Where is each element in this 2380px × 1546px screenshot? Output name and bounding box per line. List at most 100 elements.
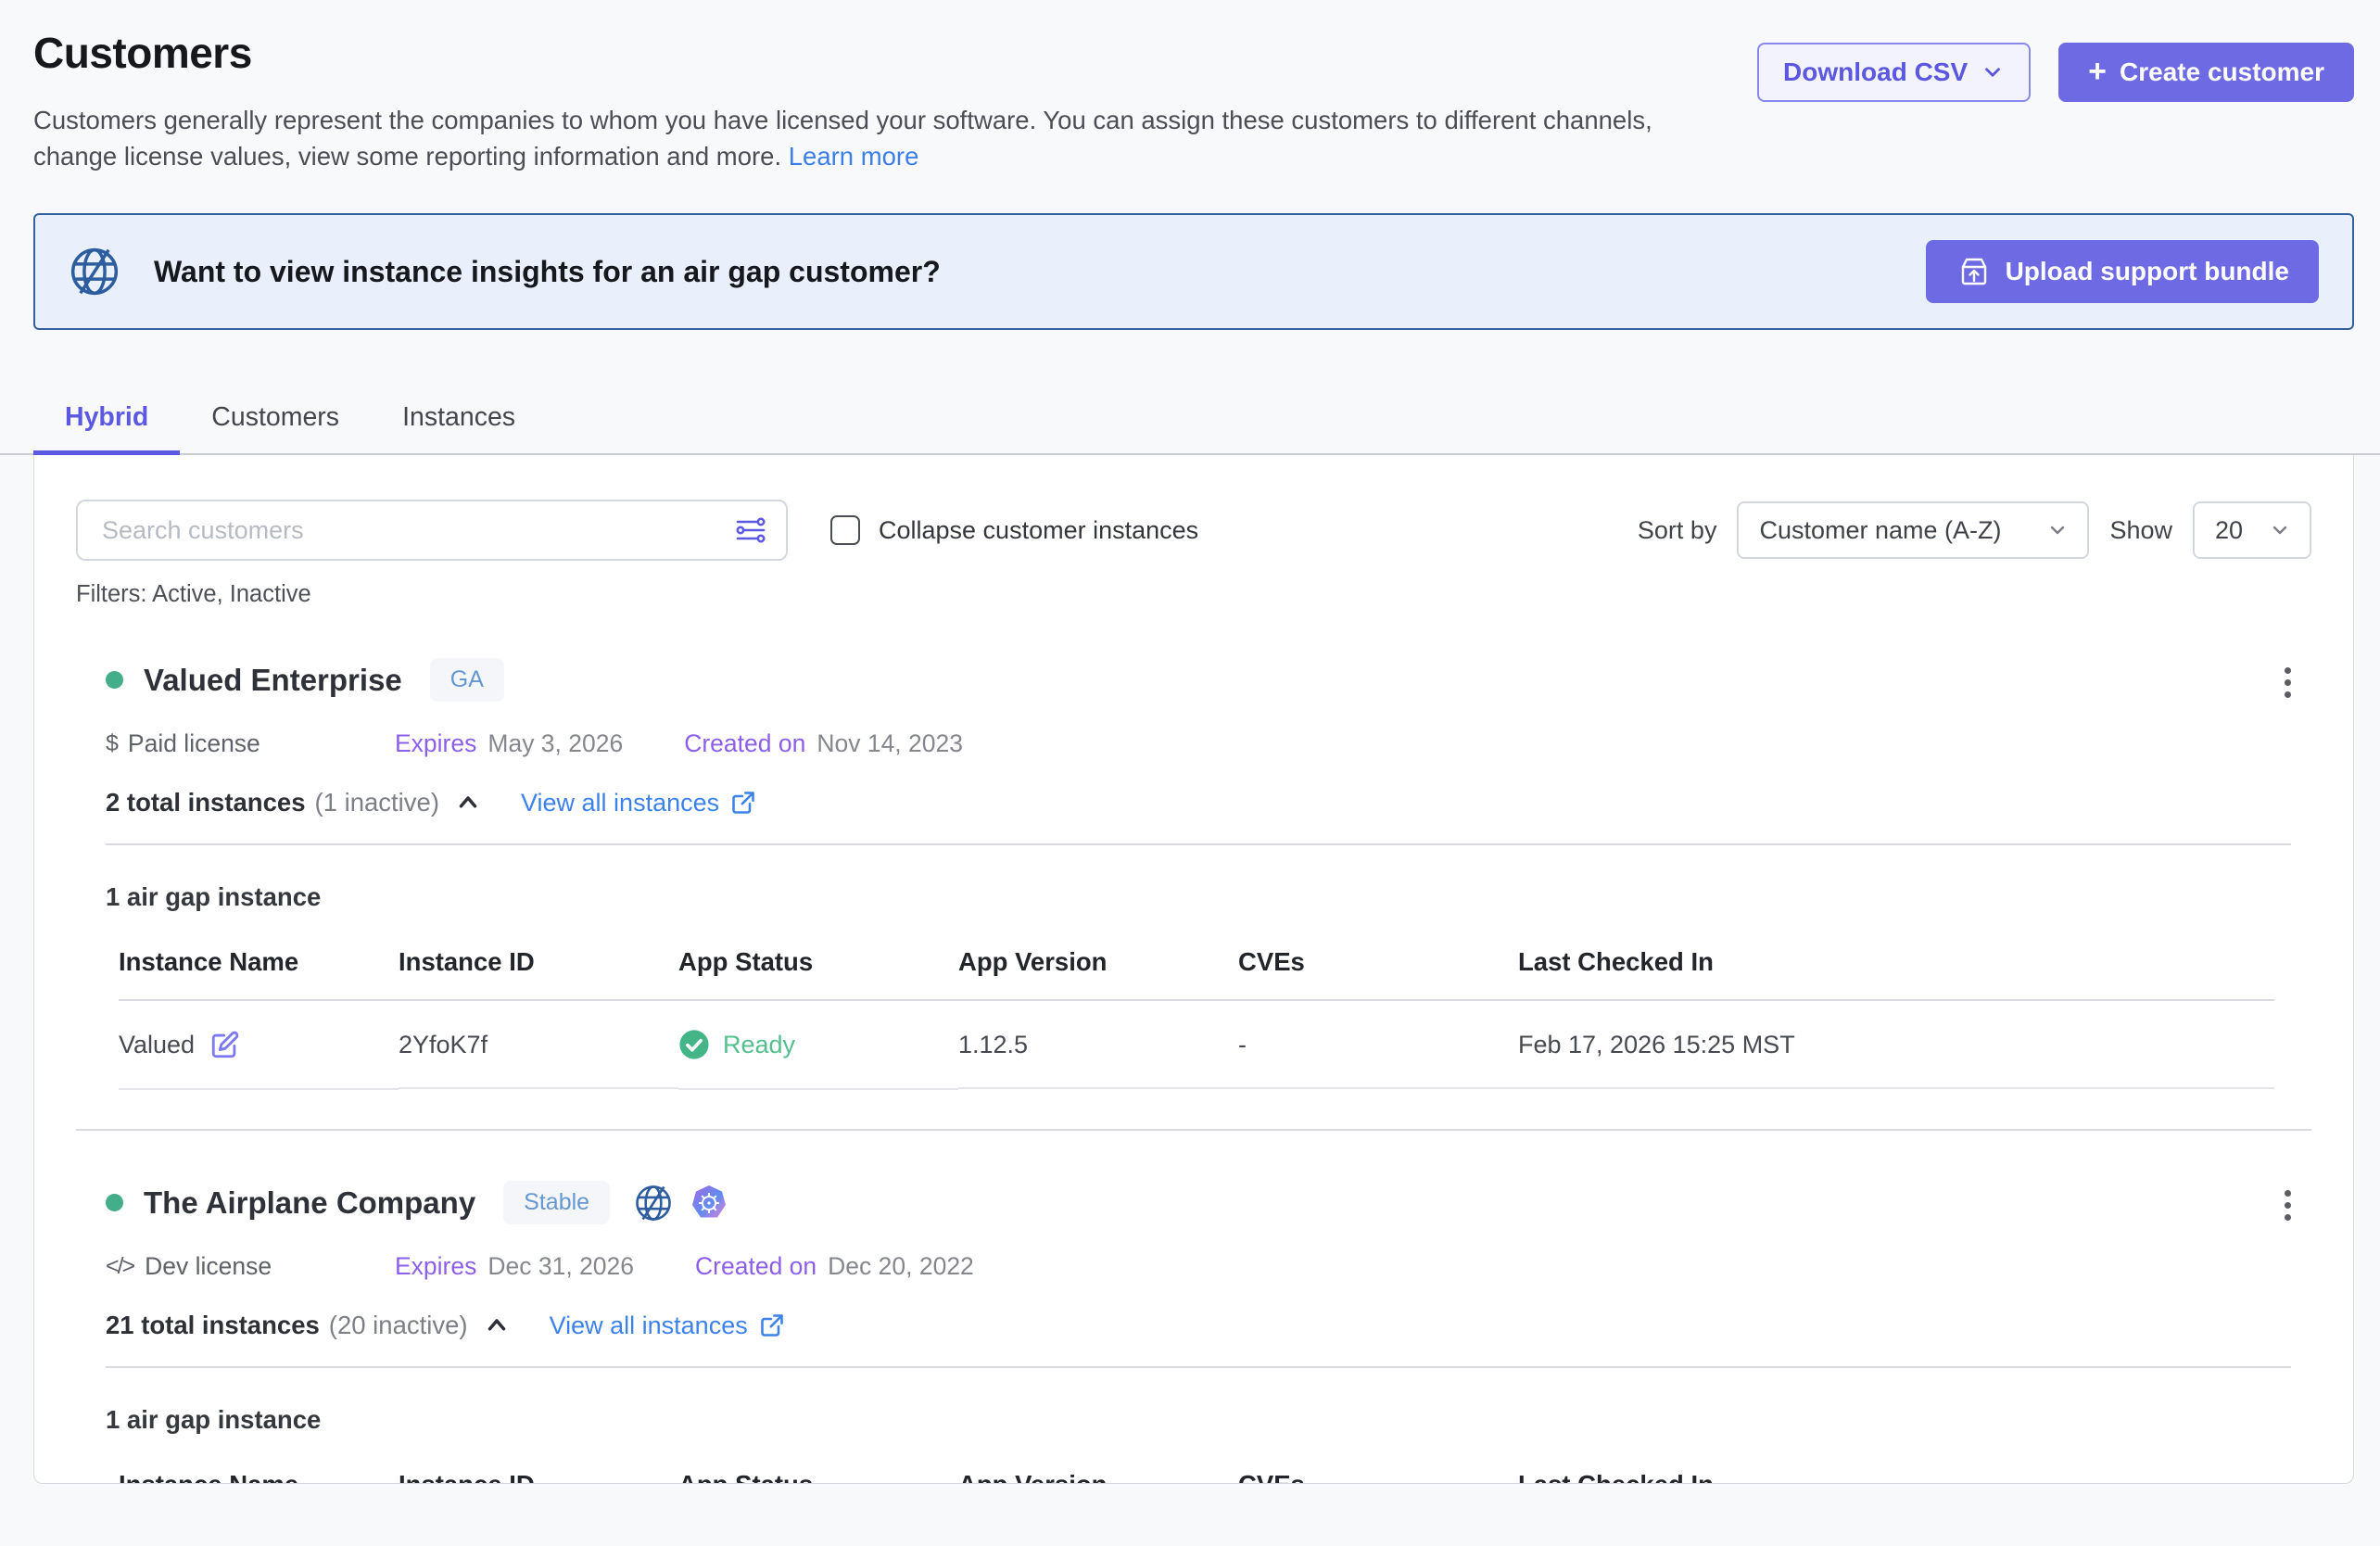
- created-pair: Created on Nov 14, 2023: [684, 729, 963, 758]
- instances-table-header: Instance Name Instance ID App Status App…: [119, 1470, 2274, 1484]
- customers-card: Collapse customer instances Sort by Cust…: [33, 455, 2354, 1484]
- upload-bundle-icon: [1956, 253, 1993, 290]
- expires-label: Expires: [395, 729, 476, 758]
- upload-support-bundle-button[interactable]: Upload support bundle: [1926, 240, 2319, 303]
- channel-badge: GA: [430, 658, 504, 702]
- sort-select[interactable]: Customer name (A-Z): [1737, 501, 2089, 559]
- instances-table: Instance Name Instance ID App Status App…: [119, 947, 2274, 1090]
- learn-more-link[interactable]: Learn more: [789, 142, 919, 171]
- collapse-instances-toggle[interactable]: Collapse customer instances: [830, 515, 1198, 545]
- license-type: </> Dev license: [106, 1252, 395, 1281]
- col-app-version: App Version: [958, 1470, 1238, 1484]
- show-select[interactable]: 20: [2193, 501, 2311, 559]
- col-instance-id: Instance ID: [399, 947, 678, 1001]
- last-checked-in-cell: Feb 17, 2026 15:25 MST: [1518, 1003, 2274, 1089]
- filter-sliders-icon[interactable]: [734, 513, 767, 547]
- tab-instances[interactable]: Instances: [371, 387, 547, 453]
- chevron-down-icon: [1981, 60, 2005, 84]
- view-all-instances-label: View all instances: [550, 1312, 748, 1340]
- col-last-checked-in: Last Checked In: [1518, 947, 2274, 1001]
- customer-type-icons: [634, 1184, 728, 1223]
- customer-card-valued-enterprise: Valued Enterprise GA $ Paid license Expi…: [76, 658, 2311, 1090]
- airgap-instances-heading: 1 air gap instance: [106, 1405, 2311, 1435]
- col-instance-id: Instance ID: [399, 1470, 678, 1484]
- paid-license-icon: $: [106, 730, 117, 757]
- col-last-checked-in: Last Checked In: [1518, 1470, 2274, 1484]
- create-customer-button[interactable]: + Create customer: [2058, 43, 2354, 102]
- expires-value: Dec 31, 2026: [487, 1252, 634, 1281]
- expires-value: May 3, 2026: [487, 729, 623, 758]
- ready-check-icon: [678, 1029, 710, 1060]
- expires-pair: Expires Dec 31, 2026: [395, 1252, 634, 1281]
- customer-section-divider: [76, 1129, 2311, 1131]
- table-row: Valued 2YfoK7f Ready: [119, 1001, 2274, 1090]
- view-all-instances-label: View all instances: [521, 789, 719, 817]
- active-filters-line: Filters: Active, Inactive: [76, 581, 2311, 608]
- view-all-instances-link[interactable]: View all instances: [550, 1312, 785, 1340]
- divider: [106, 1366, 2291, 1368]
- col-app-version: App Version: [958, 947, 1238, 1001]
- app-version-cell: 1.12.5: [958, 1003, 1238, 1089]
- license-label: Paid license: [128, 729, 260, 758]
- created-on-label: Created on: [684, 729, 805, 758]
- show-select-value: 20: [2215, 516, 2243, 545]
- search-input[interactable]: [76, 500, 788, 561]
- active-status-dot: [106, 671, 123, 689]
- instance-id-cell: 2YfoK7f: [399, 1003, 678, 1089]
- collapse-chevron-up-icon[interactable]: [454, 789, 482, 817]
- customer-meta: $ Paid license Expires May 3, 2026 Creat…: [106, 729, 2311, 758]
- inactive-instances-label: (20 inactive): [329, 1311, 468, 1340]
- customer-header: The Airplane Company Stable: [106, 1181, 2311, 1224]
- instances-summary-row: 21 total instances (20 inactive) View al…: [106, 1311, 2311, 1340]
- tab-hybrid[interactable]: Hybrid: [33, 387, 180, 453]
- airgap-globe-icon: [69, 246, 120, 298]
- plus-icon: +: [2088, 56, 2107, 87]
- col-instance-name: Instance Name: [119, 947, 399, 1001]
- customer-actions-menu-button[interactable]: [2277, 660, 2298, 705]
- collapse-instances-label: Collapse customer instances: [879, 516, 1198, 545]
- expires-pair: Expires May 3, 2026: [395, 729, 623, 758]
- divider: [106, 843, 2291, 845]
- page-header: Customers Customers generally represent …: [0, 0, 2380, 174]
- col-app-status: App Status: [678, 947, 958, 1001]
- customer-header: Valued Enterprise GA: [106, 658, 2311, 702]
- license-type: $ Paid license: [106, 729, 395, 758]
- download-csv-label: Download CSV: [1783, 57, 1968, 87]
- header-actions: Download CSV + Create customer: [1757, 43, 2354, 102]
- customer-card-airplane-company: The Airplane Company Stable </> Dev lice: [76, 1181, 2311, 1484]
- tab-bar: Hybrid Customers Instances: [0, 387, 2380, 455]
- created-on-label: Created on: [695, 1252, 817, 1281]
- customer-name[interactable]: The Airplane Company: [144, 1185, 475, 1221]
- channel-badge: Stable: [503, 1181, 610, 1224]
- collapse-chevron-up-icon[interactable]: [483, 1312, 511, 1339]
- app-status-cell: Ready: [678, 1001, 958, 1090]
- chevron-down-icon: [2269, 519, 2291, 541]
- tab-customers[interactable]: Customers: [180, 387, 371, 453]
- external-link-icon: [730, 790, 756, 816]
- created-on-value: Nov 14, 2023: [817, 729, 963, 758]
- created-on-value: Dec 20, 2022: [828, 1252, 974, 1281]
- search-wrap: [76, 500, 788, 561]
- col-cves: CVEs: [1238, 947, 1518, 1001]
- external-link-icon: [759, 1312, 785, 1338]
- upload-support-bundle-label: Upload support bundle: [2006, 257, 2289, 286]
- toolbar: Collapse customer instances Sort by Cust…: [76, 500, 2311, 561]
- sort-select-value: Customer name (A-Z): [1759, 516, 2001, 545]
- show-label: Show: [2109, 516, 2172, 545]
- customer-actions-menu-button[interactable]: [2277, 1183, 2298, 1228]
- created-pair: Created on Dec 20, 2022: [695, 1252, 974, 1281]
- instance-name-cell: Valued: [119, 1001, 399, 1090]
- instances-table-header: Instance Name Instance ID App Status App…: [119, 947, 2274, 1001]
- inactive-instances-label: (1 inactive): [315, 788, 440, 817]
- toolbar-right: Sort by Customer name (A-Z) Show 20: [1638, 501, 2311, 559]
- customers-page: Customers Customers generally represent …: [0, 0, 2380, 1546]
- edit-instance-name-icon[interactable]: [209, 1029, 241, 1060]
- download-csv-button[interactable]: Download CSV: [1757, 43, 2031, 102]
- customer-name[interactable]: Valued Enterprise: [144, 663, 402, 698]
- instance-name: Valued: [119, 1031, 195, 1059]
- col-app-status: App Status: [678, 1470, 958, 1484]
- view-all-instances-link[interactable]: View all instances: [521, 789, 756, 817]
- banner-title: Want to view instance insights for an ai…: [154, 255, 941, 289]
- expires-label: Expires: [395, 1252, 476, 1281]
- collapse-instances-checkbox[interactable]: [830, 515, 860, 545]
